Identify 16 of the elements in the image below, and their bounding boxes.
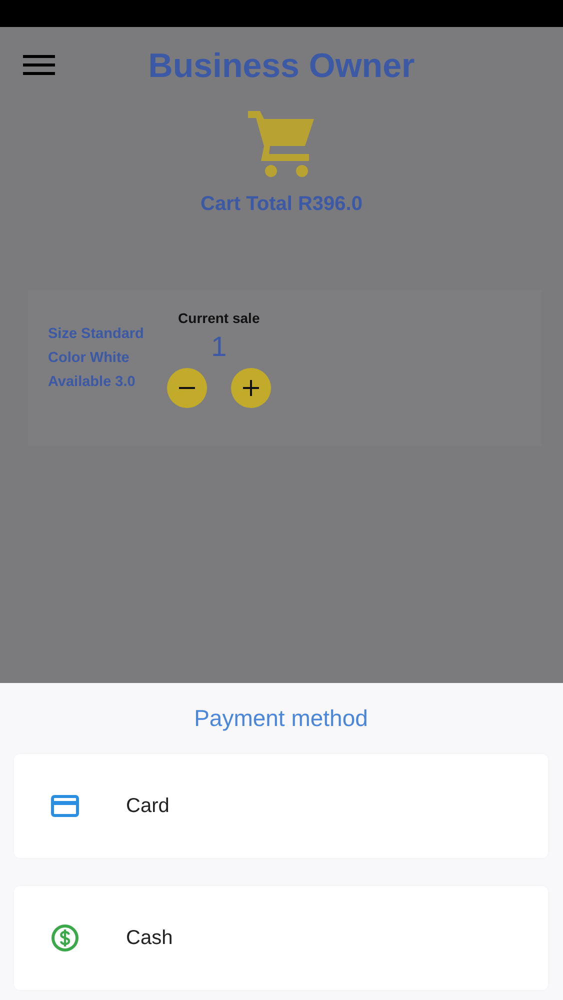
minus-icon: [178, 387, 195, 389]
product-detail: Available 3.0: [48, 374, 136, 390]
increase-button[interactable]: [230, 368, 271, 408]
page-title: Business Owner: [148, 46, 415, 86]
payment-option[interactable]: Card: [14, 754, 548, 858]
current-sale-label: Current sale: [178, 310, 260, 326]
cart-total: Cart Total R396.0: [200, 193, 362, 216]
product-detail: Color White: [48, 350, 130, 366]
menu-icon: [23, 52, 55, 76]
sheet-title: Payment method: [193, 704, 369, 733]
plus-icon: [242, 380, 259, 396]
credit-card-icon: [51, 795, 79, 817]
payment-option[interactable]: Cash: [14, 886, 548, 990]
quantity-value: 1: [211, 330, 227, 364]
product-detail: Size Standard: [48, 326, 144, 342]
dollar-coin-icon: [51, 924, 79, 952]
